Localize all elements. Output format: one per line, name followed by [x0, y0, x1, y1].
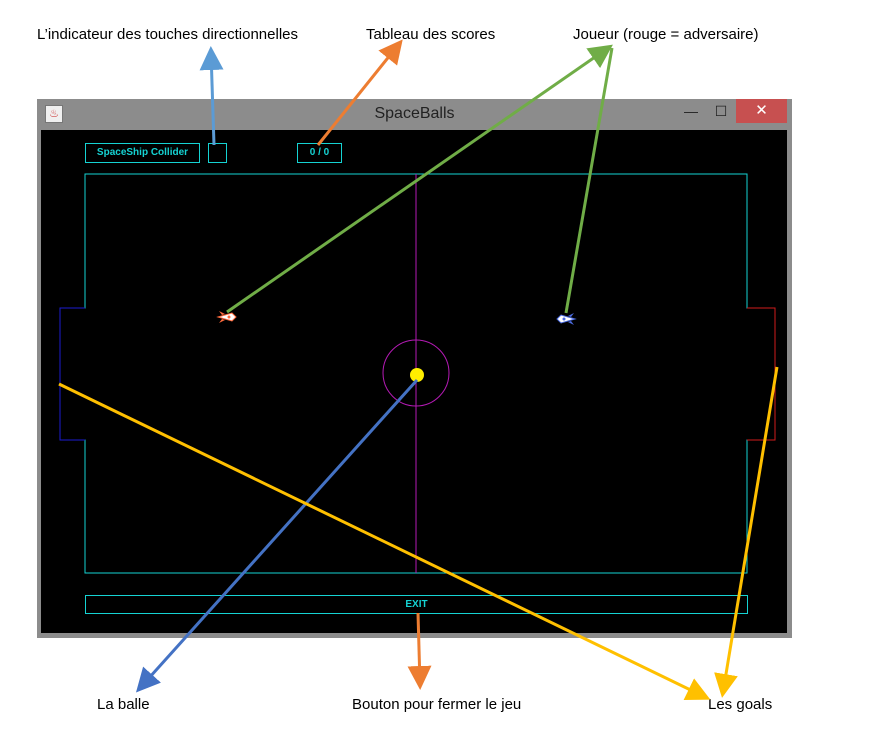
field-border-left [60, 173, 410, 309]
minimize-icon[interactable]: — [677, 99, 705, 123]
spaceship-icon [216, 311, 237, 323]
annotation-ball: La balle [97, 696, 150, 713]
goal-left [59, 307, 85, 441]
annotation-goals: Les goals [708, 696, 773, 713]
title-bar[interactable]: ♨ SpaceBalls — ☐ ✕ [37, 99, 792, 129]
spaceship-icon [556, 313, 577, 325]
annotation-exit-button: Bouton pour fermer le jeu [352, 696, 522, 713]
annotation-direction-indicator: L’indicateur des touches directionnelles [37, 26, 298, 43]
close-icon[interactable]: ✕ [736, 99, 787, 123]
goal-right [747, 307, 776, 441]
annotation-scoreboard: Tableau des scores [366, 26, 496, 43]
field-border-right-bottom [410, 439, 775, 574]
ball [410, 368, 424, 382]
app-window: ♨ SpaceBalls — ☐ ✕ SpaceShip Collider 0 … [37, 99, 792, 638]
exit-button[interactable]: EXIT [85, 595, 748, 614]
annotation-player: Joueur (rouge = adversaire) [573, 26, 759, 43]
game-canvas[interactable]: SpaceShip Collider 0 / 0 EXIT [41, 130, 787, 633]
playing-field [59, 173, 776, 574]
maximize-icon[interactable]: ☐ [707, 99, 735, 123]
field-border-right [410, 173, 775, 309]
field-border-left-bottom [60, 439, 410, 574]
